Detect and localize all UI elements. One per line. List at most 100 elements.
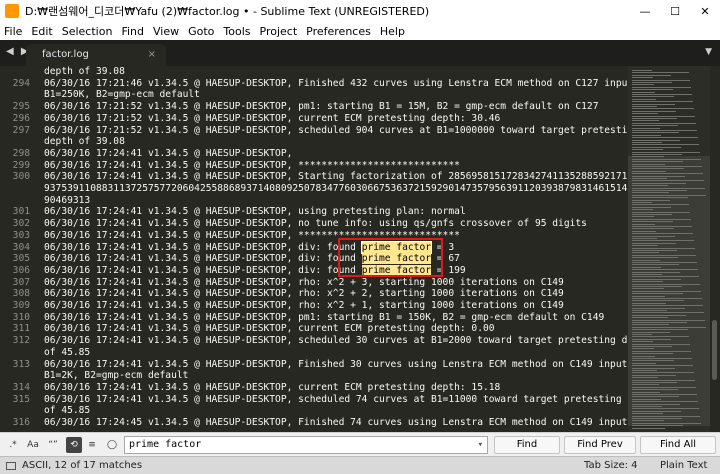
code-line[interactable]: 9375391108831137257577206042558868937140… bbox=[44, 183, 674, 195]
menu-file[interactable]: File bbox=[4, 25, 22, 38]
line-text: 06/30/16 17:24:41 v1.34.5 @ HAESUP-DESKT… bbox=[44, 264, 362, 276]
menu-help[interactable]: Help bbox=[380, 25, 405, 38]
find-prev-button[interactable]: Find Prev bbox=[564, 436, 636, 454]
code-line[interactable]: 06/30/16 17:24:41 v1.34.5 @ HAESUP-DESKT… bbox=[44, 382, 500, 394]
minimap-line bbox=[632, 173, 703, 175]
find-history-dropdown-icon[interactable]: ▾ bbox=[478, 437, 483, 453]
code-line[interactable]: 06/30/16 17:24:41 v1.34.5 @ HAESUP-DESKT… bbox=[44, 394, 656, 406]
status-tab-size[interactable]: Tab Size: 4 bbox=[584, 457, 638, 474]
minimap-line bbox=[632, 391, 660, 393]
find-input[interactable]: prime factor ▾ bbox=[124, 436, 488, 454]
minimap[interactable] bbox=[628, 66, 710, 432]
menu-goto[interactable]: Goto bbox=[188, 25, 214, 38]
line-number: 308 bbox=[12, 288, 30, 300]
minimap-line bbox=[632, 427, 665, 429]
code-line[interactable]: 06/30/16 17:24:41 v1.34.5 @ HAESUP-DESKT… bbox=[44, 277, 564, 289]
code-line[interactable]: of 45.85 bbox=[44, 347, 90, 359]
line-text: 06/30/16 17:24:41 v1.34.5 @ HAESUP-DESKT… bbox=[44, 311, 605, 323]
menu-edit[interactable]: Edit bbox=[31, 25, 52, 38]
minimize-button[interactable]: — bbox=[630, 0, 660, 22]
menu-preferences[interactable]: Preferences bbox=[306, 25, 371, 38]
code-line[interactable]: 06/30/16 17:24:41 v1.34.5 @ HAESUP-DESKT… bbox=[44, 288, 564, 300]
code-line[interactable]: B1=250K, B2=gmp-ecm default bbox=[44, 89, 200, 101]
code-line[interactable]: of 45.85 bbox=[44, 405, 90, 417]
minimap-line bbox=[632, 194, 706, 196]
code-line[interactable]: 06/30/16 17:24:41 v1.34.5 @ HAESUP-DESKT… bbox=[44, 148, 292, 160]
minimap-line bbox=[632, 108, 694, 110]
code-line[interactable]: 06/30/16 17:24:41 v1.34.5 @ HAESUP-DESKT… bbox=[44, 359, 633, 371]
find-all-button[interactable]: Find All bbox=[640, 436, 716, 454]
vertical-scrollbar[interactable] bbox=[712, 70, 717, 428]
line-number: 316 bbox=[12, 417, 30, 428]
code-line[interactable]: 90469313 bbox=[44, 195, 90, 207]
minimap-line bbox=[632, 142, 662, 143]
find-button[interactable]: Find bbox=[494, 436, 560, 454]
code-line[interactable]: 06/30/16 17:21:46 v1.34.5 @ HAESUP-DESKT… bbox=[44, 78, 639, 90]
code-line[interactable]: 06/30/16 17:24:41 v1.34.5 @ HAESUP-DESKT… bbox=[44, 160, 460, 172]
tab-factor-log[interactable]: factor.log × bbox=[26, 44, 166, 66]
code-line[interactable]: 06/30/16 17:24:41 v1.34.5 @ HAESUP-DESKT… bbox=[44, 335, 650, 347]
code-line[interactable]: depth of 39.08 bbox=[44, 66, 125, 78]
tab-list-dropdown-icon[interactable]: ▼ bbox=[705, 47, 712, 57]
minimap-line bbox=[632, 209, 653, 211]
code-line[interactable]: 06/30/16 17:21:52 v1.34.5 @ HAESUP-DESKT… bbox=[44, 101, 599, 113]
editor-pane[interactable]: 294 295 296 297 298 299 300 301 302 303 304 305 306 3… bbox=[0, 66, 720, 432]
in-selection-toggle[interactable]: ≡ bbox=[84, 437, 100, 453]
line-number: 313 bbox=[12, 358, 30, 370]
minimap-line bbox=[632, 72, 689, 74]
minimap-line bbox=[632, 233, 693, 235]
code-line[interactable]: 06/30/16 17:24:41 v1.34.5 @ HAESUP-DESKT… bbox=[44, 312, 604, 324]
code-line[interactable]: 06/30/16 17:24:41 v1.34.5 @ HAESUP-DESKT… bbox=[44, 300, 564, 312]
line-text: B1=250K, B2=gmp-ecm default bbox=[44, 89, 200, 101]
menu-project[interactable]: Project bbox=[260, 25, 298, 38]
minimap-line bbox=[632, 132, 679, 134]
minimap-line bbox=[632, 175, 685, 177]
minimap-line bbox=[632, 413, 663, 415]
minimap-line bbox=[632, 204, 689, 206]
regex-toggle[interactable]: .* bbox=[4, 437, 22, 453]
code-line[interactable]: 06/30/16 17:24:41 v1.34.5 @ HAESUP-DESKT… bbox=[44, 323, 495, 335]
minimap-line bbox=[632, 418, 682, 419]
menu-view[interactable]: View bbox=[153, 25, 179, 38]
minimap-line bbox=[632, 178, 667, 179]
minimap-line bbox=[632, 336, 689, 338]
menu-find[interactable]: Find bbox=[121, 25, 144, 38]
line-number: 294 bbox=[12, 77, 30, 89]
case-sensitive-toggle[interactable]: Aa bbox=[24, 437, 42, 453]
minimap-line bbox=[632, 307, 685, 309]
minimap-line bbox=[632, 185, 668, 187]
code-line[interactable]: 06/30/16 17:21:52 v1.34.5 @ HAESUP-DESKT… bbox=[44, 113, 500, 125]
minimap-line bbox=[632, 300, 684, 302]
panel-toggle-icon[interactable] bbox=[6, 462, 16, 470]
maximize-button[interactable]: ☐ bbox=[660, 0, 690, 22]
code-line[interactable]: 06/30/16 17:24:41 v1.34.5 @ HAESUP-DESKT… bbox=[44, 218, 587, 230]
tab-close-icon[interactable]: × bbox=[148, 44, 156, 66]
highlight-matches-toggle[interactable]: ◯ bbox=[104, 437, 120, 453]
line-text: 06/30/16 17:21:52 v1.34.5 @ HAESUP-DESKT… bbox=[44, 124, 639, 136]
menu-tools[interactable]: Tools bbox=[223, 25, 250, 38]
close-window-button[interactable]: ✕ bbox=[690, 0, 720, 22]
code-line[interactable]: depth of 39.08 bbox=[44, 136, 125, 148]
line-number: 307 bbox=[12, 276, 30, 288]
minimap-line bbox=[632, 360, 674, 362]
code-line[interactable]: 06/30/16 17:24:41 v1.34.5 @ HAESUP-DESKT… bbox=[44, 206, 466, 218]
minimap-line bbox=[632, 276, 699, 278]
minimap-line bbox=[632, 242, 676, 244]
line-text: 06/30/16 17:24:41 v1.34.5 @ HAESUP-DESKT… bbox=[44, 335, 651, 347]
code-line[interactable]: B1=2K, B2=gmp-ecm default bbox=[44, 370, 188, 382]
line-text: 06/30/16 17:24:41 v1.34.5 @ HAESUP-DESKT… bbox=[44, 206, 466, 218]
code-line[interactable]: 06/30/16 17:24:41 v1.34.5 @ HAESUP-DESKT… bbox=[44, 171, 679, 183]
line-text: 06/30/16 17:24:41 v1.34.5 @ HAESUP-DESKT… bbox=[44, 276, 564, 288]
code-line[interactable]: 06/30/16 17:21:52 v1.34.5 @ HAESUP-DESKT… bbox=[44, 125, 639, 137]
minimap-line bbox=[632, 115, 695, 117]
minimap-line bbox=[632, 250, 677, 251]
whole-word-toggle[interactable]: “” bbox=[44, 437, 62, 453]
status-syntax[interactable]: Plain Text bbox=[660, 457, 707, 474]
code-line[interactable]: 06/30/16 17:24:45 v1.34.5 @ HAESUP-DESKT… bbox=[44, 417, 633, 429]
wrap-toggle[interactable]: ⟲ bbox=[66, 437, 82, 453]
minimap-line bbox=[632, 266, 661, 268]
scrollbar-thumb[interactable] bbox=[712, 320, 717, 380]
minimap-line bbox=[632, 317, 668, 319]
code-area[interactable]: depth of 39.08 06/30/16 17:21:46 v1.34.5 … bbox=[44, 66, 679, 432]
menu-selection[interactable]: Selection bbox=[62, 25, 113, 38]
